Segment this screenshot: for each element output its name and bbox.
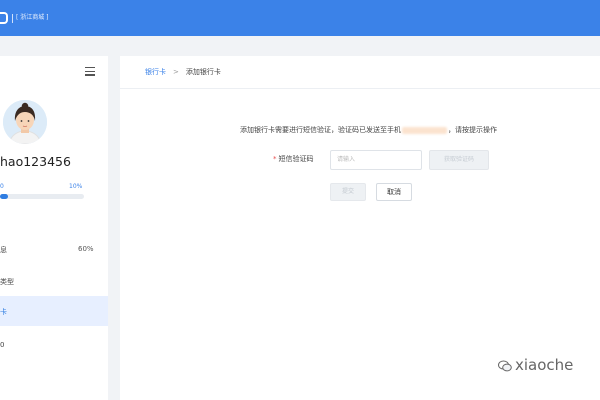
watermark-text: xiaoche — [515, 356, 574, 374]
avatar[interactable] — [3, 100, 47, 144]
sidebar-item-label: 类型 — [0, 278, 14, 286]
sidebar-item-value: 60% — [78, 245, 94, 253]
notice-text: 添加银行卡需要进行短信验证，验证码已发送至手机 — [240, 126, 401, 134]
menu-icon[interactable] — [85, 67, 95, 76]
header-subtitle: [ 浙江商城 ] — [16, 14, 49, 21]
verification-notice: 添加银行卡需要进行短信验证，验证码已发送至手机 ，请按提示操作 — [240, 125, 497, 135]
sms-code-label-text: 短信验证码 — [278, 155, 314, 163]
submit-button[interactable]: 提交 — [330, 183, 366, 201]
progress-label: 0 — [0, 183, 4, 190]
header-divider — [12, 14, 13, 23]
breadcrumb: 银行卡 > 添加银行卡 — [145, 67, 221, 77]
sidebar-item-label: 息 — [0, 246, 7, 254]
sidebar-item-1[interactable]: 息 60% — [0, 234, 108, 264]
sidebar-item-4[interactable]: 0 — [0, 330, 108, 360]
sidebar: hao123456 0 10% 息 60% 类型 卡 0 — [0, 56, 108, 400]
required-mark: * — [273, 155, 277, 163]
sms-code-label: * 短信验证码 — [273, 154, 314, 164]
logo-icon — [0, 12, 8, 24]
breadcrumb-link[interactable]: 银行卡 — [145, 68, 166, 76]
notice-text-end: ，请按提示操作 — [448, 126, 497, 134]
username: hao123456 — [0, 154, 71, 169]
wechat-icon — [498, 360, 512, 371]
sms-code-input[interactable]: 请输入 — [330, 150, 422, 170]
sidebar-item-label: 0 — [0, 341, 5, 349]
sidebar-item-label: 卡 — [0, 308, 7, 316]
sidebar-item-3-active[interactable]: 卡 — [0, 296, 108, 326]
sidebar-item-2[interactable]: 类型 — [0, 266, 108, 296]
header-divider-line — [120, 88, 600, 89]
cancel-button[interactable]: 取消 — [376, 183, 412, 201]
main-content: 银行卡 > 添加银行卡 添加银行卡需要进行短信验证，验证码已发送至手机 ，请按提示操作… — [120, 56, 600, 400]
breadcrumb-separator: > — [173, 68, 179, 76]
top-navigation-bar: [ 浙江商城 ] — [0, 0, 600, 36]
send-code-button[interactable]: 获取验证码 — [429, 150, 489, 170]
progress-bar — [0, 194, 84, 199]
breadcrumb-current: 添加银行卡 — [185, 68, 221, 76]
watermark: xiaoche — [498, 356, 573, 374]
progress-percent: 10% — [69, 183, 83, 190]
user-portrait-icon — [3, 100, 47, 144]
progress-fill — [0, 194, 9, 199]
masked-phone-number — [402, 126, 447, 134]
